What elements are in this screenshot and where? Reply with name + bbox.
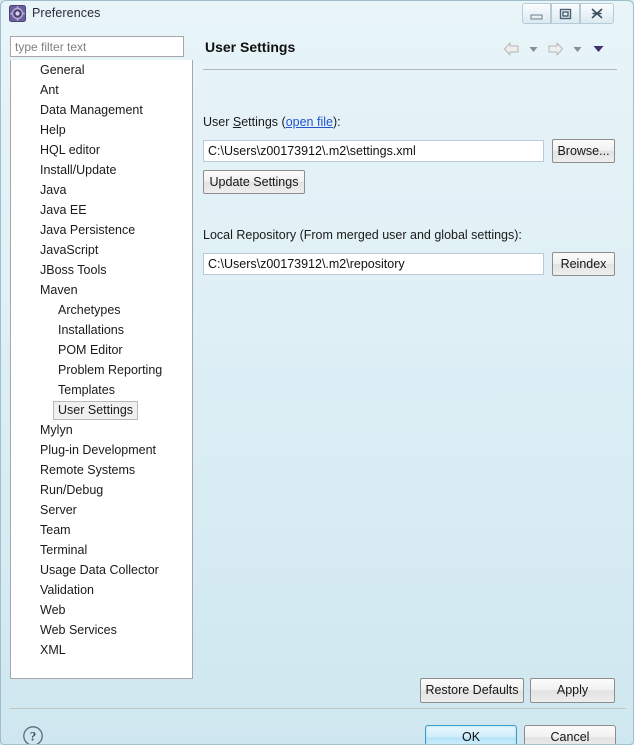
sidebar-item-pom-editor[interactable]: POM Editor	[11, 340, 192, 360]
filter-input[interactable]	[10, 36, 184, 57]
dialog-content: GeneralAntData ManagementHelpHQL editorI…	[1, 29, 634, 745]
user-settings-label-prefix: User	[203, 115, 233, 129]
update-settings-button[interactable]: Update Settings	[203, 170, 305, 194]
sidebar-item-label: Web	[37, 600, 68, 620]
sidebar-item-label: Installations	[55, 320, 127, 340]
sidebar-item-usage-data-collector[interactable]: Usage Data Collector	[11, 560, 192, 580]
sidebar-item-javascript[interactable]: JavaScript	[11, 240, 192, 260]
sidebar-item-help[interactable]: Help	[11, 120, 192, 140]
help-question-icon[interactable]: ?	[22, 725, 44, 745]
dialog-footer: ? OK Cancel	[1, 680, 634, 745]
sidebar-item-label: Ant	[37, 80, 62, 100]
sidebar-item-label: Java Persistence	[37, 220, 138, 240]
sidebar-item-archetypes[interactable]: Archetypes	[11, 300, 192, 320]
sidebar-item-general[interactable]: General	[11, 60, 192, 80]
sidebar-item-label: Install/Update	[37, 160, 119, 180]
sidebar-item-label: Templates	[55, 380, 118, 400]
sidebar-item-label: Server	[37, 500, 80, 520]
sidebar-item-label: Help	[37, 120, 69, 140]
local-repository-label: Local Repository (From merged user and g…	[203, 228, 522, 242]
sidebar-item-label: Java EE	[37, 200, 90, 220]
page-title: User Settings	[205, 39, 295, 55]
sidebar-item-xml[interactable]: XML	[11, 640, 192, 660]
sidebar-item-maven[interactable]: Maven	[11, 280, 192, 300]
sidebar-item-install-update[interactable]: Install/Update	[11, 160, 192, 180]
user-settings-label-end: ):	[333, 115, 341, 129]
sidebar-item-label: Team	[37, 520, 74, 540]
sidebar-item-label: User Settings	[53, 401, 138, 420]
sidebar-item-label: Web Services	[37, 620, 120, 640]
sidebar-item-problem-reporting[interactable]: Problem Reporting	[11, 360, 192, 380]
sidebar-item-run-debug[interactable]: Run/Debug	[11, 480, 192, 500]
sidebar-item-data-management[interactable]: Data Management	[11, 100, 192, 120]
user-settings-path-input[interactable]	[203, 140, 544, 162]
sidebar-item-label: Data Management	[37, 100, 146, 120]
sidebar-item-label: Maven	[37, 280, 81, 300]
sidebar-item-validation[interactable]: Validation	[11, 580, 192, 600]
sidebar-item-label: HQL editor	[37, 140, 103, 160]
browse-button[interactable]: Browse...	[552, 139, 615, 163]
sidebar-item-label: JavaScript	[37, 240, 101, 260]
preferences-tree-panel: GeneralAntData ManagementHelpHQL editorI…	[10, 32, 193, 679]
sidebar-item-mylyn[interactable]: Mylyn	[11, 420, 192, 440]
sidebar-item-ant[interactable]: Ant	[11, 80, 192, 100]
sidebar-item-label: Archetypes	[55, 300, 124, 320]
forward-arrow-icon[interactable]	[545, 39, 565, 59]
local-repository-path-input[interactable]	[203, 253, 544, 275]
sidebar-item-label: Plug-in Development	[37, 440, 159, 460]
sidebar-item-label: Run/Debug	[37, 480, 106, 500]
maximize-icon[interactable]	[551, 3, 580, 24]
cancel-button[interactable]: Cancel	[524, 725, 616, 745]
back-dropdown-chevron-down-icon[interactable]	[524, 39, 542, 59]
settings-form: User Settings (open file): Browse... Upd…	[194, 70, 634, 670]
sidebar-item-installations[interactable]: Installations	[11, 320, 192, 340]
ok-button[interactable]: OK	[425, 725, 517, 745]
sidebar-item-plug-in-development[interactable]: Plug-in Development	[11, 440, 192, 460]
sidebar-item-label: POM Editor	[55, 340, 126, 360]
sidebar-item-label: General	[37, 60, 87, 80]
sidebar-item-label: Problem Reporting	[55, 360, 165, 380]
panel-nav-icons	[501, 39, 607, 59]
sidebar-item-remote-systems[interactable]: Remote Systems	[11, 460, 192, 480]
view-menu-chevron-icon[interactable]	[589, 39, 607, 59]
preferences-dialog: Preferences Gen	[0, 0, 634, 745]
sidebar-item-label: Remote Systems	[37, 460, 138, 480]
sidebar-item-label: Usage Data Collector	[37, 560, 162, 580]
sidebar-item-web[interactable]: Web	[11, 600, 192, 620]
user-settings-label-mnemonic: S	[233, 115, 241, 129]
sidebar-item-label: JBoss Tools	[37, 260, 109, 280]
sidebar-item-web-services[interactable]: Web Services	[11, 620, 192, 640]
preferences-tree[interactable]: GeneralAntData ManagementHelpHQL editorI…	[10, 60, 193, 679]
open-file-link[interactable]: open file	[286, 115, 333, 129]
sidebar-item-java-persistence[interactable]: Java Persistence	[11, 220, 192, 240]
sidebar-item-server[interactable]: Server	[11, 500, 192, 520]
sidebar-item-user-settings[interactable]: User Settings	[11, 400, 192, 420]
title-bar: Preferences	[1, 1, 634, 29]
svg-text:?: ?	[30, 729, 37, 744]
preferences-gear-icon	[9, 5, 26, 22]
close-icon[interactable]	[580, 3, 614, 24]
settings-panel: User Settings	[194, 29, 634, 679]
sidebar-item-hql-editor[interactable]: HQL editor	[11, 140, 192, 160]
sidebar-item-team[interactable]: Team	[11, 520, 192, 540]
reindex-button[interactable]: Reindex	[552, 252, 615, 276]
panel-header: User Settings	[194, 29, 625, 69]
user-settings-label-suffix: ettings (	[241, 115, 285, 129]
sidebar-item-label: Java	[37, 180, 69, 200]
back-arrow-icon[interactable]	[501, 39, 521, 59]
sidebar-item-java-ee[interactable]: Java EE	[11, 200, 192, 220]
forward-dropdown-chevron-down-icon[interactable]	[568, 39, 586, 59]
sidebar-item-label: Validation	[37, 580, 97, 600]
sidebar-item-java[interactable]: Java	[11, 180, 192, 200]
sidebar-item-templates[interactable]: Templates	[11, 380, 192, 400]
sidebar-item-terminal[interactable]: Terminal	[11, 540, 192, 560]
sidebar-item-label: XML	[37, 640, 69, 660]
window-title: Preferences	[32, 6, 101, 20]
sidebar-item-jboss-tools[interactable]: JBoss Tools	[11, 260, 192, 280]
user-settings-label: User Settings (open file):	[203, 115, 341, 129]
minimize-icon[interactable]	[522, 3, 551, 24]
sidebar-item-label: Terminal	[37, 540, 90, 560]
sidebar-item-label: Mylyn	[37, 420, 76, 440]
footer-divider	[10, 708, 626, 709]
